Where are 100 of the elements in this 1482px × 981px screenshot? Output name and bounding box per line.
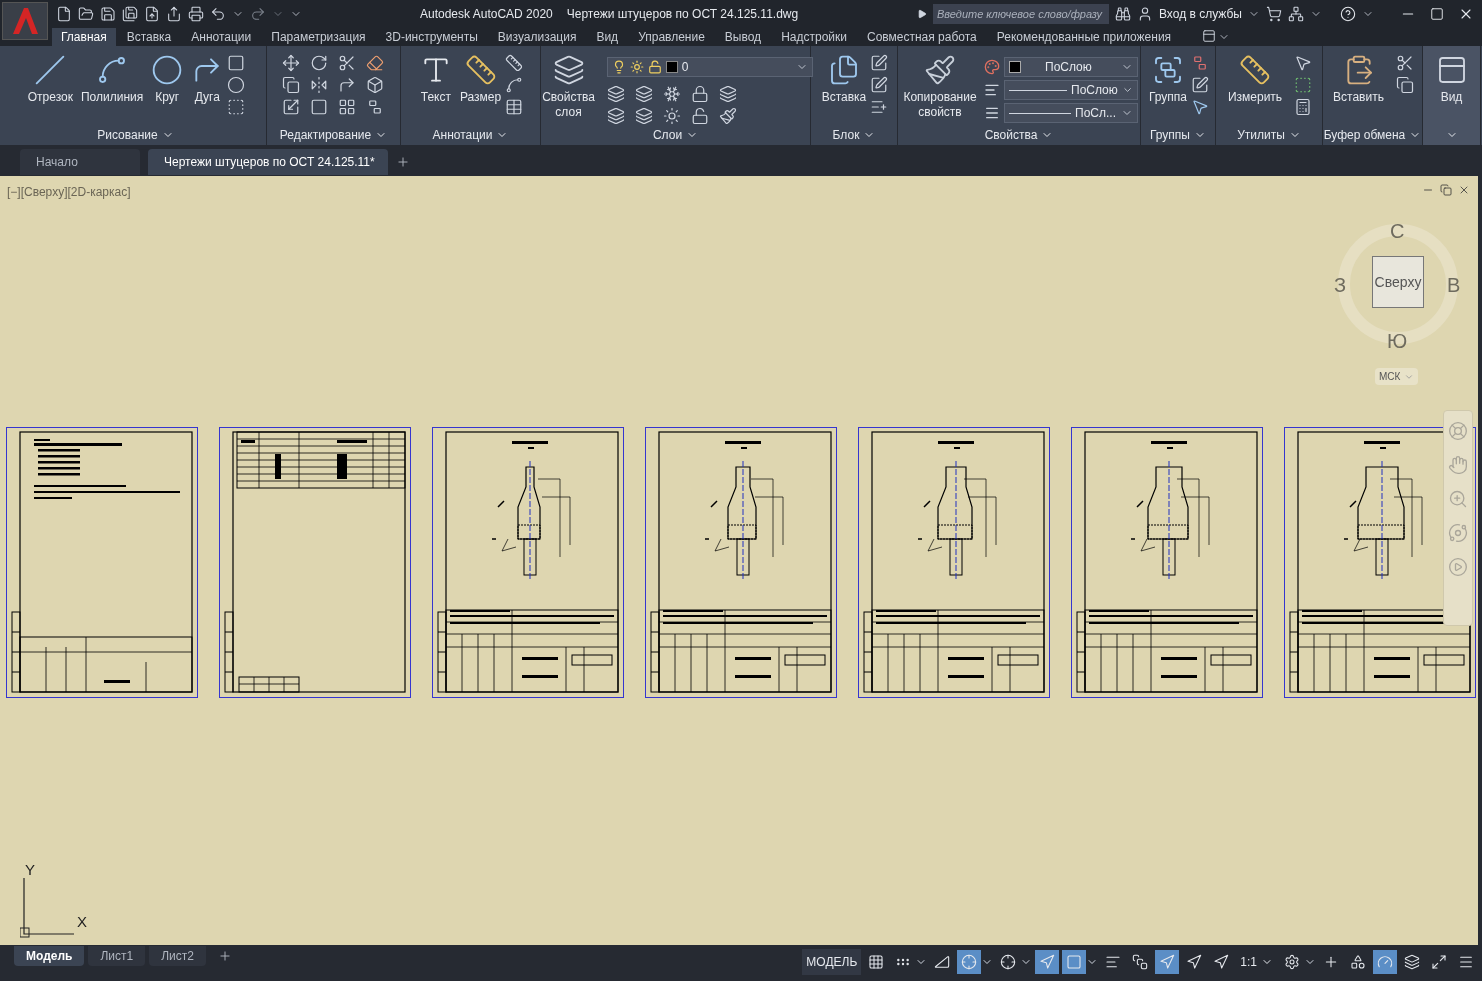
help-icon[interactable]	[1340, 6, 1356, 22]
ribbon-tab[interactable]: Вид	[587, 28, 628, 46]
ribbon-tab[interactable]: Вставка	[117, 28, 181, 46]
viewport-label[interactable]: [−][Сверху][2D-каркас]	[7, 183, 131, 201]
ribbon-tab[interactable]: Параметризация	[262, 28, 375, 46]
dropdown-field[interactable]: ПоСл...	[1004, 103, 1138, 123]
move-icon[interactable]	[281, 54, 300, 72]
attribute-icon[interactable]	[870, 98, 889, 116]
ribbon-tool-button[interactable]: Копирование свойств	[900, 50, 980, 125]
ucs-menu-button[interactable]: МСК	[1375, 368, 1419, 385]
ribbon-tab[interactable]: Главная	[52, 28, 116, 46]
cart-icon[interactable]	[1266, 6, 1282, 22]
layer-icon[interactable]	[606, 107, 625, 125]
compass-north[interactable]: С	[1390, 216, 1405, 246]
expand-icon[interactable]	[917, 9, 927, 19]
layer-icon[interactable]	[606, 85, 625, 103]
ellipse-icon[interactable]	[227, 76, 246, 94]
panel-title[interactable]: Утилиты	[1237, 126, 1285, 144]
layout-tab[interactable]: Лист1	[88, 946, 146, 966]
group-edit-icon[interactable]	[1191, 76, 1210, 94]
save-icon[interactable]	[100, 6, 116, 22]
eraser-icon[interactable]	[365, 54, 384, 72]
maximize-icon[interactable]	[1430, 7, 1444, 21]
new-layout-icon[interactable]	[217, 949, 232, 963]
table-icon[interactable]	[505, 98, 524, 116]
ribbon-tool-button[interactable]: Текст	[415, 50, 456, 125]
panel-title[interactable]: Аннотации	[432, 126, 493, 144]
new-tab-icon[interactable]	[396, 155, 410, 169]
thaw-icon[interactable]	[662, 107, 681, 125]
publish-icon[interactable]	[144, 6, 160, 22]
ribbon-tab[interactable]: 3D-инструменты	[376, 28, 487, 46]
ribbon-tool-button[interactable]: Отрезок	[23, 50, 77, 125]
ribbon-tool-button[interactable]: Круг	[147, 50, 188, 125]
layout-tab[interactable]: Модель	[14, 946, 85, 966]
ribbon-tool-button[interactable]: Полилиния	[76, 50, 148, 125]
ribbon-tool-button[interactable]: Свойства слоя	[538, 50, 599, 125]
network-icon[interactable]	[1288, 6, 1304, 22]
document-tab[interactable]: Чертежи штуцеров по ОСТ 24.125.11*	[148, 149, 388, 175]
binoculars-icon[interactable]	[1115, 6, 1131, 22]
select-all-icon[interactable]	[1294, 76, 1313, 94]
status-toggle[interactable]	[1062, 950, 1087, 974]
trim-icon[interactable]	[337, 54, 356, 72]
cut-icon[interactable]	[1395, 54, 1414, 72]
layer-icon[interactable]	[718, 85, 737, 103]
ribbon-tab[interactable]: Вывод	[715, 28, 771, 46]
ribbon-tool-button[interactable]: Дуга	[187, 50, 228, 125]
calculator-icon[interactable]	[1294, 98, 1313, 116]
print-icon[interactable]	[188, 6, 204, 22]
create-block-icon[interactable]	[870, 54, 889, 72]
ribbon-tool-button[interactable]: Вставить	[1329, 50, 1388, 125]
compass-west[interactable]: З	[1334, 270, 1347, 300]
linear-dimension-icon[interactable]	[505, 54, 524, 72]
ribbon-tool-button[interactable]: Группа	[1145, 50, 1192, 125]
layer-icon[interactable]	[634, 107, 653, 125]
ribbon-tab[interactable]: Аннотации	[182, 28, 261, 46]
status-toggle[interactable]	[957, 950, 982, 974]
ribbon-tab[interactable]: Рекомендованные приложения	[987, 28, 1181, 46]
ribbon-tool-button[interactable]: Вставка	[817, 50, 871, 125]
ribbon-tool-button[interactable]: Вид	[1431, 50, 1472, 125]
sign-in-button[interactable]: Вход в службы	[1159, 5, 1242, 23]
save-as-icon[interactable]	[122, 6, 138, 22]
layout-tab[interactable]: Лист2	[149, 946, 206, 966]
linetype-icon[interactable]	[984, 105, 1000, 121]
brush-icon[interactable]	[718, 107, 737, 125]
new-file-icon[interactable]	[56, 6, 72, 22]
edit-block-icon[interactable]	[870, 76, 889, 94]
mirror-icon[interactable]	[309, 76, 328, 94]
freeze-icon[interactable]	[662, 85, 681, 103]
panel-title[interactable]: Свойства	[984, 126, 1038, 144]
compass-east[interactable]: В	[1447, 270, 1461, 300]
status-toggle[interactable]	[1155, 950, 1180, 974]
status-toggle[interactable]	[1035, 950, 1060, 974]
color-wheel-icon[interactable]	[984, 59, 1000, 75]
undo-icon[interactable]	[210, 6, 226, 22]
search-field[interactable]: Введите ключевое слово/фразу	[933, 4, 1109, 24]
ribbon-tab[interactable]: Надстройки	[772, 28, 856, 46]
document-tab[interactable]: Начало	[20, 149, 140, 175]
ribbon-toggle-icon[interactable]	[1202, 29, 1217, 43]
panel-title[interactable]: Буфер обмена	[1323, 126, 1406, 144]
compass-south[interactable]: Ю	[1387, 326, 1408, 356]
stretch-icon[interactable]	[281, 98, 300, 116]
dropdown-field[interactable]: ПоСлою	[1004, 80, 1138, 100]
panel-title[interactable]: Блок	[832, 126, 860, 144]
open-folder-icon[interactable]	[78, 6, 94, 22]
layer-icon[interactable]	[634, 85, 653, 103]
dropdown-field[interactable]: 0	[606, 57, 813, 77]
restore-icon[interactable]	[1440, 184, 1452, 196]
viewcube-face[interactable]: Сверху	[1372, 256, 1424, 308]
lock-icon[interactable]	[690, 85, 709, 103]
group-select-icon[interactable]	[1191, 98, 1210, 116]
panel-title[interactable]: Группы	[1150, 126, 1190, 144]
ribbon-tool-button[interactable]: Размер	[455, 50, 506, 125]
user-icon[interactable]	[1137, 6, 1153, 22]
annotation-scale-button[interactable]: 1:1	[1236, 950, 1277, 974]
quick-select-icon[interactable]	[1294, 54, 1313, 72]
leader-icon[interactable]	[505, 76, 524, 94]
lineweight-icon[interactable]	[984, 82, 1000, 98]
panel-title[interactable]: Редактирование	[279, 126, 372, 144]
ribbon-tab[interactable]: Визуализация	[488, 28, 586, 46]
ribbon-tab[interactable]: Совместная работа	[857, 28, 986, 46]
